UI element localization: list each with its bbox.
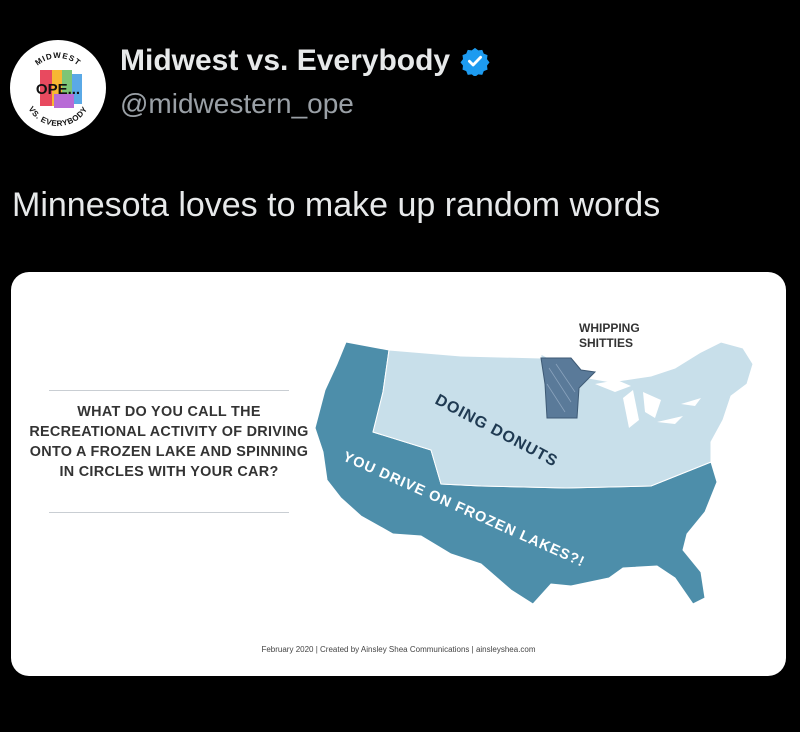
svg-text:OPE...: OPE... <box>36 81 80 98</box>
avatar[interactable]: OPE... MIDWEST VS. EVERYBODY <box>10 40 106 136</box>
label-shitties: SHITTIES <box>579 336 633 350</box>
display-name[interactable]: Midwest vs. Everybody <box>120 44 490 78</box>
ope-logo: OPE... MIDWEST VS. EVERYBODY <box>12 42 104 134</box>
tweet-text: Minnesota loves to make up random words <box>12 186 661 224</box>
us-map: WHIPPING SHITTIES DOING DONUTS YOU DRIVE… <box>314 321 754 605</box>
verified-badge-icon <box>460 47 490 76</box>
tweet-image-card[interactable]: WHAT DO YOU CALL THE RECREATIONAL ACTIVI… <box>11 272 786 676</box>
label-whipping: WHIPPING <box>579 321 640 335</box>
account-handle[interactable]: @midwestern_ope <box>120 88 354 120</box>
display-name-text[interactable]: Midwest vs. Everybody <box>120 44 450 78</box>
infographic-credit: February 2020 | Created by Ainsley Shea … <box>261 645 536 654</box>
